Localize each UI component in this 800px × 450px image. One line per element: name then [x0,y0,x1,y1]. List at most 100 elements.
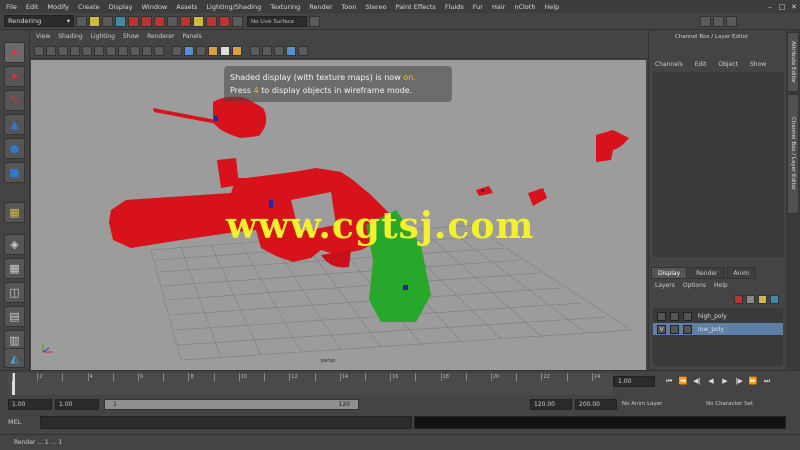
toggle-attribute-editor-icon[interactable] [700,15,711,27]
menu-item[interactable]: Modify [47,3,69,11]
new-layer-selected-icon[interactable] [770,294,779,304]
anim-layer-selector[interactable]: No Anim Layer [622,399,662,410]
snap-grid-icon[interactable] [141,15,152,27]
menu-item[interactable]: Fluids [445,3,464,11]
menu-set-dropdown[interactable]: Rendering ▾ [4,15,74,27]
grid-toggle-icon[interactable] [82,45,92,56]
new-layer-icon[interactable] [758,294,767,304]
gate-mask-icon[interactable] [118,45,128,56]
panel-menu-item[interactable]: Shading [58,33,82,40]
rotate-tool-icon[interactable]: ● [4,138,25,159]
mel-label[interactable]: MEL [8,418,21,426]
menu-item[interactable]: Hair [492,3,505,11]
live-surface-field[interactable]: No Live Surface [247,15,307,27]
step-forward-key-icon[interactable]: ⏩ [746,375,760,388]
camera-select-icon[interactable] [34,45,44,56]
textured-icon[interactable] [208,45,218,56]
camera-attributes-icon[interactable] [46,45,56,56]
use-all-lights-icon[interactable] [220,45,230,56]
range-bar[interactable]: 1 120 [104,399,359,410]
layer-menu-item[interactable]: Options [683,282,706,289]
two-pane-layout-icon[interactable]: ◫ [4,282,25,303]
move-layer-down-icon[interactable] [746,294,755,304]
last-tool-icon[interactable]: ▦ [4,202,25,223]
start-time-field[interactable]: 1.00 [8,399,52,410]
lasso-tool-icon[interactable]: ➤ [4,66,25,87]
paint-select-tool-icon[interactable]: ✎ [4,90,25,111]
hypershade-layout-icon[interactable]: ◭ [4,348,25,368]
step-forward-frame-icon[interactable]: |▶ [732,375,746,388]
layer-editor-tab[interactable]: Anim [726,267,756,279]
go-to-end-icon[interactable]: ⏭ [760,375,774,388]
wireframe-on-shaded-icon[interactable] [196,45,206,56]
resolution-gate-icon[interactable] [106,45,116,56]
play-backwards-icon[interactable]: ◀ [704,375,718,388]
snap-curve-icon[interactable] [154,15,165,27]
xray-joints-icon[interactable] [262,45,272,56]
layer-editor-tab[interactable]: Display [651,267,688,279]
time-ruler[interactable]: 2 4 6 8 10 12 14 16 18 20 22 24 [8,373,613,395]
backface-icon[interactable] [298,45,308,56]
character-set-selector[interactable]: No Character Set [706,399,753,410]
step-back-frame-icon[interactable]: ◀| [690,375,704,388]
side-tab-attribute-editor[interactable]: Attribute Editor [787,32,799,92]
ipr-render-icon[interactable] [219,15,230,27]
layer-row[interactable]: V low_poly [653,323,783,335]
scale-tool-icon[interactable]: ■ [4,162,25,183]
move-layer-up-icon[interactable] [734,294,743,304]
menu-item[interactable]: Edit [26,3,39,11]
layer-menu-item[interactable]: Help [714,282,728,289]
snap-point-icon[interactable] [167,15,178,27]
channel-box-contents[interactable] [653,72,784,257]
minimize-icon[interactable]: – [764,0,776,13]
command-input[interactable] [40,416,412,429]
menu-item[interactable]: Fur [473,3,483,11]
panel-menu-item[interactable]: Panels [182,33,201,40]
snap-plane-icon[interactable] [180,15,191,27]
isolate-select-icon[interactable] [274,45,284,56]
side-tab-channel-box[interactable]: Channel Box / Layer Editor [787,94,799,214]
channel-box-menu-item[interactable]: Show [750,61,766,68]
smooth-shade-icon[interactable] [184,45,194,56]
layer-color-swatch[interactable] [683,311,692,321]
menu-item[interactable]: Texturing [270,3,300,11]
menu-item[interactable]: nCloth [514,3,535,11]
input-line-icon[interactable] [309,15,320,27]
move-tool-icon[interactable]: ▲ [4,114,25,135]
render-settings-icon[interactable] [232,15,243,27]
menu-item[interactable]: Lighting/Shading [206,3,261,11]
persp-outliner-layout-icon[interactable]: ▤ [4,306,25,327]
panel-menu-item[interactable]: View [36,33,50,40]
layer-menu-item[interactable]: Layers [655,282,675,289]
menu-item[interactable]: Render [309,3,332,11]
film-gate-icon[interactable] [94,45,104,56]
menu-item[interactable]: Paint Effects [396,3,436,11]
menu-item[interactable]: File [6,3,17,11]
menu-item[interactable]: Display [109,3,133,11]
toggle-channel-box-icon[interactable] [726,15,737,27]
close-icon[interactable]: ✕ [788,0,800,13]
perspective-viewport[interactable]: Shaded display (with texture maps) is no… [31,60,646,370]
menu-item[interactable]: Toon [341,3,356,11]
history-icon[interactable] [193,15,204,27]
select-object-icon[interactable] [128,15,139,27]
layer-type-toggle[interactable] [670,324,679,334]
safe-title-icon[interactable] [154,45,164,56]
layer-visibility-toggle[interactable]: V [657,324,666,334]
panel-menu-item[interactable]: Show [123,33,139,40]
layer-type-toggle[interactable] [670,311,679,321]
high-quality-icon[interactable] [286,45,296,56]
layer-color-swatch[interactable] [683,324,692,334]
four-pane-layout-icon[interactable]: ▦ [4,258,25,279]
menu-item[interactable]: Assets [176,3,197,11]
menu-item[interactable]: Help [544,3,559,11]
save-scene-icon[interactable] [102,15,113,27]
anim-end-field[interactable]: 200.00 [575,399,617,410]
panel-menu-item[interactable]: Renderer [147,33,174,40]
image-plane-icon[interactable] [70,45,80,56]
channel-box-menu-item[interactable]: Object [718,61,738,68]
layer-editor-tab[interactable]: Render [689,267,725,279]
single-pane-layout-icon[interactable]: ◈ [4,234,25,255]
shadows-icon[interactable] [232,45,242,56]
open-scene-icon[interactable] [89,15,100,27]
